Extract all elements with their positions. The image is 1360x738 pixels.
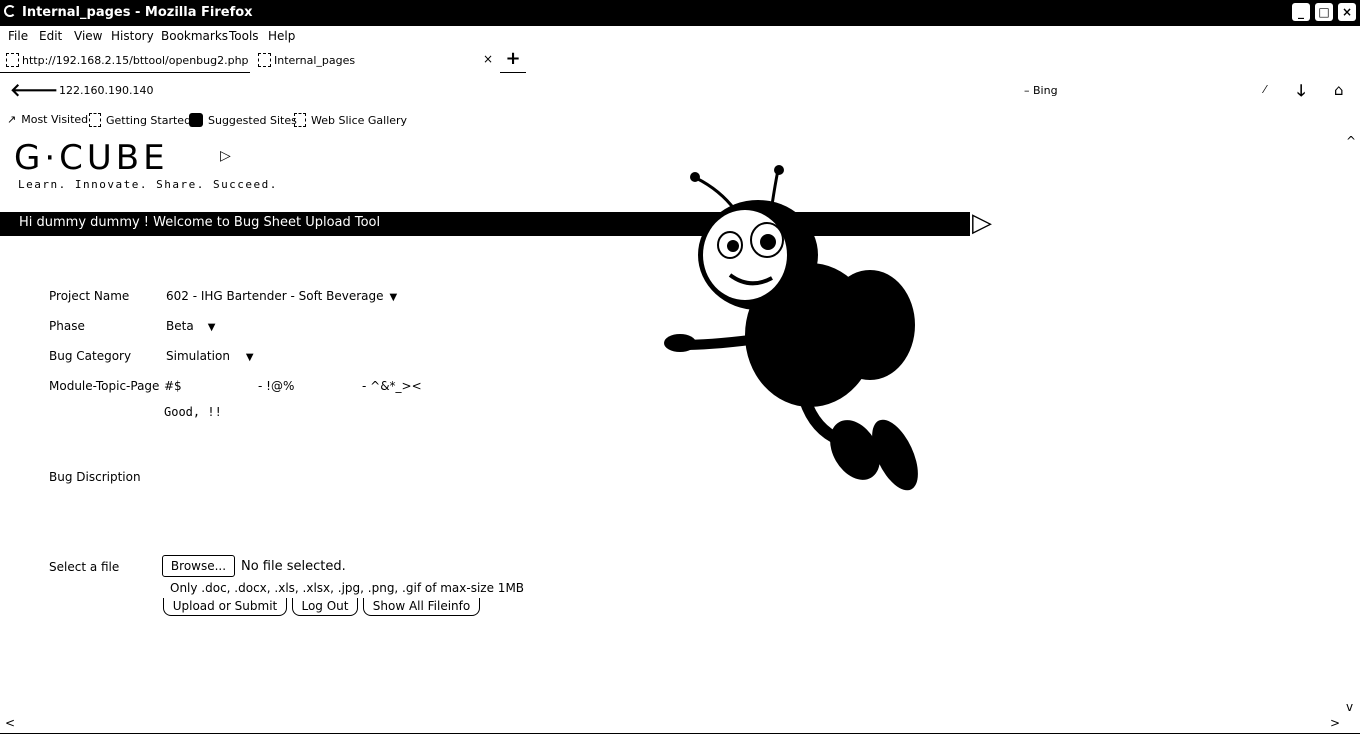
logo-tagline: Learn. Innovate. Share. Succeed.: [18, 178, 278, 191]
select-file-label: Select a file: [49, 560, 120, 574]
module-topic-page-label: Module-Topic-Page: [49, 379, 160, 393]
menu-history[interactable]: History: [111, 29, 154, 43]
minimize-button[interactable]: _: [1292, 3, 1310, 21]
home-icon[interactable]: ⌂: [1334, 81, 1344, 99]
close-tab-icon[interactable]: ×: [483, 52, 493, 66]
project-name-label: Project Name: [49, 289, 130, 303]
suggested-sites-icon: [189, 113, 203, 127]
gcube-logo: G·CUBE: [14, 138, 169, 178]
bee-mascot-image: [664, 165, 918, 491]
chevron-down-icon: ▼: [245, 352, 254, 363]
bookmark-getting-started[interactable]: Getting Started: [89, 113, 191, 127]
menu-tools[interactable]: Tools: [229, 29, 259, 43]
show-all-fileinfo-button[interactable]: Show All Fileinfo: [363, 598, 480, 616]
navigation-bar: 🡐 122.160.190.140 – Bing ⁄ 🡓 ⌂: [0, 78, 1360, 106]
upload-submit-button[interactable]: Upload or Submit: [163, 598, 287, 616]
search-engine-label: Bing: [1033, 84, 1058, 97]
back-arrow-icon[interactable]: 🡐: [10, 80, 58, 101]
tab-bar: http://192.168.2.15/bttool/openbug2.php …: [0, 48, 1360, 74]
bookmarks-bar: ↗ Most Visited Getting Started Suggested …: [0, 110, 1360, 130]
scroll-up-icon[interactable]: ^: [1346, 134, 1356, 148]
topic-input[interactable]: - !@%: [258, 379, 294, 393]
tab-label: Internal_pages: [274, 54, 356, 67]
close-window-button[interactable]: ×: [1338, 3, 1356, 21]
project-name-select[interactable]: 602 - IHG Bartender - Soft Beverage ▼: [166, 289, 397, 303]
chevron-down-icon: ▼: [389, 292, 398, 303]
search-box[interactable]: – Bing: [1024, 84, 1058, 97]
chevron-down-icon: ▼: [207, 322, 216, 333]
download-icon[interactable]: 🡓: [1297, 80, 1305, 107]
logo-arrow-icon: ▷: [220, 148, 231, 164]
status-bar-divider: [0, 733, 1360, 734]
page-icon: [6, 53, 19, 67]
menu-file[interactable]: File: [8, 29, 28, 43]
bug-description-label: Bug Discription: [49, 470, 141, 484]
bookmark-suggested-sites[interactable]: Suggested Sites: [189, 113, 297, 127]
menu-edit[interactable]: Edit: [39, 29, 62, 43]
menu-help[interactable]: Help: [268, 29, 295, 43]
loading-icon: ⁄: [1264, 83, 1266, 96]
logout-button[interactable]: Log Out: [292, 598, 358, 616]
phase-label: Phase: [49, 319, 85, 333]
address-bar[interactable]: 122.160.190.140: [59, 84, 153, 97]
phase-select[interactable]: Beta ▼: [166, 319, 215, 333]
menu-bar: File Edit View History Bookmarks Tools H…: [0, 27, 1360, 47]
bookmark-most-visited[interactable]: ↗ Most Visited: [7, 113, 88, 126]
menu-view[interactable]: View: [74, 29, 102, 43]
star-icon: ↗: [7, 113, 17, 126]
tab-openbug[interactable]: http://192.168.2.15/bttool/openbug2.php: [0, 48, 250, 73]
tab-internal-pages[interactable]: Internal_pages ×: [252, 48, 497, 72]
welcome-text: Hi dummy dummy ! Welcome to Bug Sheet Up…: [19, 215, 381, 230]
file-hint-text: Only .doc, .docx, .xls, .xlsx, .jpg, .pn…: [170, 581, 525, 595]
window-title-bar: Internal_pages - Mozilla Firefox _ □ ×: [0, 0, 1360, 26]
module-input[interactable]: #$: [164, 379, 182, 393]
menu-bookmarks[interactable]: Bookmarks: [161, 29, 228, 43]
scroll-down-icon[interactable]: v: [1346, 700, 1353, 714]
scroll-left-icon[interactable]: <: [5, 716, 15, 730]
window-title: Internal_pages - Mozilla Firefox: [22, 5, 253, 20]
firefox-icon: [4, 5, 16, 17]
maximize-button[interactable]: □: [1315, 3, 1333, 21]
browse-button[interactable]: Browse...: [162, 555, 235, 577]
page-icon: [294, 113, 306, 127]
bookmark-web-slice-gallery[interactable]: Web Slice Gallery: [294, 113, 407, 127]
page-icon: [89, 113, 101, 127]
bug-category-label: Bug Category: [49, 349, 132, 363]
no-file-text: No file selected.: [241, 559, 346, 574]
scroll-right-icon[interactable]: >: [1330, 716, 1340, 730]
bug-category-select[interactable]: Simulation ▼: [166, 349, 254, 363]
page-input[interactable]: - ^&*_><: [362, 379, 422, 393]
new-tab-button[interactable]: +: [500, 48, 526, 73]
tab-label: http://192.168.2.15/bttool/openbug2.php: [22, 54, 249, 67]
page-icon: [258, 53, 271, 67]
banner-arrow-icon: ▷: [972, 208, 992, 238]
bug-description-textarea[interactable]: Good, !!: [164, 405, 222, 419]
